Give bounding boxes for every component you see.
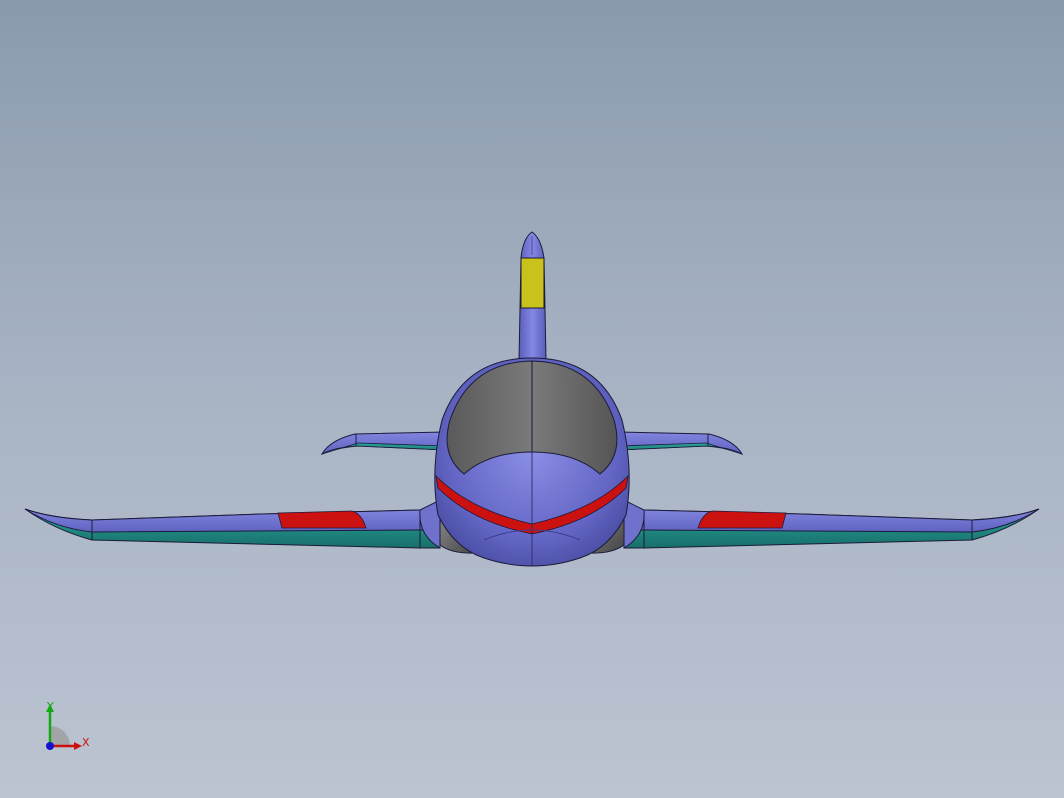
x-axis-label: X bbox=[82, 736, 90, 749]
tail-band bbox=[520, 257, 545, 309]
y-axis-label: Y bbox=[46, 700, 54, 713]
main-wing-left bbox=[24, 508, 441, 549]
vertical-tail-fin bbox=[518, 231, 547, 361]
x-axis-arrow-icon bbox=[74, 742, 82, 750]
wing-stripe-right bbox=[697, 510, 787, 529]
coordinate-triad: Y X bbox=[46, 700, 90, 750]
horizontal-stabilizer-left bbox=[320, 431, 446, 456]
main-wing-right bbox=[623, 508, 1040, 549]
z-axis-dot bbox=[46, 742, 54, 750]
aircraft-model[interactable] bbox=[0, 0, 1064, 798]
wing-stripe-left bbox=[277, 510, 367, 529]
triad-quadrant bbox=[50, 726, 70, 746]
fuselage bbox=[434, 357, 630, 567]
cad-viewport[interactable]: Y X bbox=[0, 0, 1064, 798]
horizontal-stabilizer-right bbox=[618, 431, 744, 456]
